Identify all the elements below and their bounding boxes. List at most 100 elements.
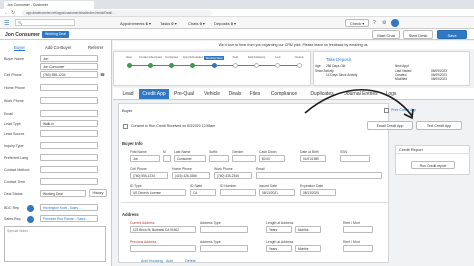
stage-dot[interactable] bbox=[126, 63, 132, 68]
buyer-info-title: Buyer Info bbox=[122, 141, 143, 146]
special-notes-textarea[interactable]: Special Notes bbox=[4, 226, 106, 262]
lead-type-select[interactable]: Walk-In bbox=[40, 120, 98, 127]
consent-checkbox[interactable] bbox=[123, 124, 128, 129]
suffix-select[interactable] bbox=[209, 155, 229, 162]
customer-name: Jon Consumer bbox=[5, 32, 41, 38]
search-input[interactable]: 🔍 bbox=[15, 19, 75, 26]
save-button[interactable]: Save bbox=[437, 30, 467, 39]
back-icon[interactable]: ← bbox=[4, 10, 9, 16]
label-address-type: Address Type bbox=[200, 221, 221, 225]
email-input[interactable] bbox=[256, 172, 382, 179]
buyer-full-field[interactable]: Jon Consumer bbox=[40, 63, 98, 70]
tab-compliance[interactable]: Compliance bbox=[265, 89, 303, 99]
tab-lead[interactable]: Lead bbox=[117, 89, 139, 99]
bdc-rep-select[interactable]: Huntington Kraft - Sales ... bbox=[40, 204, 98, 211]
nav-deposits[interactable]: Deposits 0 ▾ bbox=[214, 21, 236, 26]
text-credit-app-button[interactable]: Text Credit App bbox=[416, 121, 462, 130]
label-id-type: ID Type bbox=[130, 184, 142, 188]
stage-dot[interactable] bbox=[169, 63, 174, 68]
home-phone-field[interactable] bbox=[40, 84, 98, 91]
current-address-input[interactable]: 123 Birch St, Burbank CA 91502 bbox=[130, 226, 196, 233]
tab-add-co-buyer[interactable]: Add Co-Buyer bbox=[45, 45, 71, 50]
label-contact-time: Contact Time bbox=[4, 180, 26, 184]
cash-down-input[interactable]: $0.00 bbox=[259, 155, 285, 162]
months-input[interactable]: Months bbox=[295, 226, 321, 233]
check-button[interactable]: Check ▾ bbox=[345, 19, 369, 27]
rent-input[interactable] bbox=[343, 226, 373, 233]
tab-referrer[interactable]: Referrer bbox=[88, 45, 103, 50]
next-appt-label: Next Appt bbox=[395, 64, 409, 68]
browser-tab[interactable]: Jon Consumer - Customer bbox=[4, 1, 94, 9]
cell-phone-input[interactable]: (760) 555-1234 bbox=[130, 172, 168, 179]
stage-dot[interactable] bbox=[254, 63, 259, 68]
deal-status-select[interactable]: Working Deal bbox=[40, 190, 86, 197]
take-deposit-link[interactable]: Take Deposit bbox=[326, 57, 351, 62]
nav-appointments[interactable]: Appointments 6 ▾ bbox=[120, 21, 151, 26]
run-credit-report-button[interactable]: Run Credit report bbox=[411, 161, 455, 169]
id-state-select[interactable]: CA bbox=[190, 189, 216, 196]
stage-dot[interactable] bbox=[296, 63, 302, 68]
menu-icon[interactable]: ☰ bbox=[4, 20, 9, 27]
last-name-input[interactable]: Consumer bbox=[174, 155, 206, 162]
work-phone-field[interactable] bbox=[40, 97, 98, 104]
tab-files[interactable]: Files bbox=[245, 89, 265, 99]
start-chat-button[interactable]: Start Chat bbox=[372, 30, 400, 39]
reload-icon[interactable]: ↻ bbox=[11, 10, 15, 16]
stage-dot[interactable] bbox=[147, 63, 153, 68]
label-contact-method: Contact Method bbox=[4, 168, 30, 172]
work-phone-input[interactable]: (760) 435-2345 bbox=[214, 172, 252, 179]
credit-report-divider bbox=[395, 153, 470, 154]
previous-address-input[interactable] bbox=[130, 245, 196, 252]
first-name-input[interactable]: Jon bbox=[130, 155, 160, 162]
exp-date-input[interactable]: 08/13/2025 bbox=[300, 189, 336, 196]
preferred-lang-select[interactable] bbox=[40, 154, 98, 161]
address-type-select[interactable] bbox=[200, 226, 248, 233]
prev-rent-input[interactable] bbox=[343, 245, 373, 252]
stage-dot[interactable] bbox=[232, 63, 238, 68]
lead-source-select[interactable] bbox=[40, 130, 98, 137]
buyer-first-field[interactable]: Jon bbox=[40, 55, 98, 62]
prev-years-input[interactable]: Years bbox=[266, 245, 292, 252]
avatar[interactable] bbox=[391, 19, 399, 27]
start-desk-button[interactable]: Start Desk bbox=[403, 30, 433, 39]
tab-pre-qual[interactable]: Pre-Qual bbox=[169, 89, 199, 99]
add-link[interactable]: Add bbox=[166, 259, 173, 263]
address-bar[interactable]: app.dealercenter.net/apps/customer/deal/… bbox=[22, 10, 212, 16]
tab-vehicle[interactable]: Vehicle bbox=[199, 89, 225, 99]
years-input[interactable]: Years bbox=[266, 226, 292, 233]
gender-select[interactable] bbox=[232, 155, 256, 162]
delete-link[interactable]: Delete bbox=[185, 259, 196, 263]
contact-time-select[interactable] bbox=[40, 178, 98, 185]
email-field[interactable] bbox=[40, 110, 98, 117]
label-email: Email bbox=[4, 112, 13, 116]
cell-phone-field[interactable]: (760) 555-1234 bbox=[40, 71, 98, 78]
ssn-input[interactable] bbox=[340, 155, 370, 162]
star-icon[interactable]: ☆ bbox=[68, 31, 72, 37]
phone-icon[interactable]: ☎ bbox=[100, 72, 105, 77]
help-icon[interactable]: ? bbox=[373, 20, 376, 26]
sales-rep-select[interactable]: Premium Ros Parvan - Sales ... bbox=[40, 215, 98, 222]
contact-method-select[interactable] bbox=[40, 166, 98, 173]
id-number-input[interactable] bbox=[220, 189, 256, 196]
add-housing-link[interactable]: Add Housing bbox=[141, 259, 163, 263]
prev-months-input[interactable]: Months bbox=[295, 245, 321, 252]
tab-credit-app[interactable]: Credit App bbox=[139, 89, 169, 99]
tab-buyer[interactable]: Buyer bbox=[14, 45, 25, 51]
label-work-phone-ca: Work Phone bbox=[214, 167, 233, 171]
tab-deals[interactable]: Deals bbox=[225, 89, 245, 99]
label-issued-date: Issued Date bbox=[259, 184, 278, 188]
issued-date-input[interactable]: 08/13/2021 bbox=[259, 189, 295, 196]
inquiry-type-select[interactable] bbox=[40, 142, 98, 149]
buyer-subtab[interactable]: Buyer bbox=[122, 108, 132, 113]
stage-dot[interactable] bbox=[211, 63, 217, 68]
nav-chats[interactable]: Chats 0 ▾ bbox=[188, 21, 205, 26]
settings-icon[interactable]: ⚙ bbox=[382, 20, 386, 26]
bdc-rep-avatar bbox=[27, 205, 34, 212]
dob-input[interactable]: 01/01/1980 bbox=[300, 155, 326, 162]
prev-address-type-select[interactable] bbox=[200, 245, 248, 252]
home-phone-input[interactable]: (415) 426-3366 bbox=[172, 172, 210, 179]
history-button[interactable]: History bbox=[89, 189, 107, 197]
nav-tasks[interactable]: Tasks 0 ▾ bbox=[160, 21, 177, 26]
middle-input[interactable] bbox=[163, 155, 171, 162]
id-type-select[interactable]: US Driver's License bbox=[130, 189, 186, 196]
